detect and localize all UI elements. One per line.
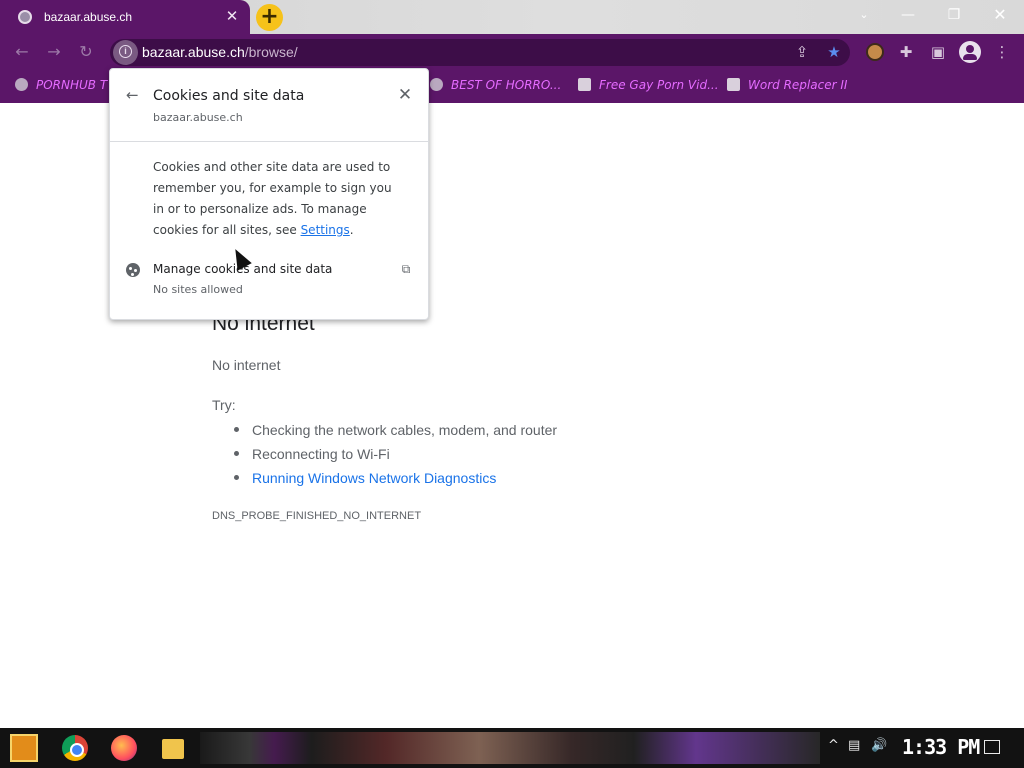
word-replacer-icon [727,78,740,91]
network-icon[interactable]: ▤ [848,738,860,753]
side-panel-icon[interactable]: ▣ [928,42,948,62]
url-text[interactable]: bazaar.abuse.ch/browse/ [142,44,298,60]
taskbar-clock[interactable]: 1:33 PM [902,735,980,759]
file-explorer-taskbar-icon[interactable] [162,739,184,759]
tab-title: bazaar.abuse.ch [44,10,133,24]
bookmark-label: Free Gay Porn Vid... [599,78,719,92]
url-path: /browse/ [244,44,298,60]
bookmark-item[interactable]: BEST OF HORRO... [430,78,561,94]
extensions-puzzle-icon[interactable]: ✚ [896,42,916,62]
popup-close-icon[interactable]: ✕ [396,86,414,104]
tray-chevron-icon[interactable]: ^ [828,738,839,753]
settings-link[interactable]: Settings [301,223,350,237]
info-icon: i [119,45,132,58]
bookmark-item[interactable]: Word Replacer II [727,78,847,94]
popup-title: Cookies and site data [153,88,305,104]
tab-active[interactable]: bazaar.abuse.ch ✕ [0,0,250,34]
suggestion-item: Checking the network cables, modem, and … [234,420,557,444]
cookies-popup: ← Cookies and site data bazaar.abuse.ch … [109,68,429,320]
bookmark-label: PORNHUB T [36,78,108,92]
restore-button[interactable]: ❐ [942,5,966,25]
chrome-taskbar-icon[interactable] [62,735,88,761]
globe-icon [430,78,443,91]
firefox-taskbar-icon[interactable] [111,735,137,761]
globe-icon [15,78,28,91]
suggestion-list: Checking the network cables, modem, and … [234,420,557,492]
forward-button[interactable]: → [42,40,66,64]
bookmark-favicon-icon [578,78,591,91]
popup-description: Cookies and other site data are used to … [153,157,403,241]
notification-icon[interactable] [984,740,1000,754]
back-arrow-icon[interactable]: ← [126,87,142,103]
sites-allowed-status: No sites allowed [153,283,243,296]
reload-button[interactable]: ↻ [74,40,98,64]
cookie-icon [126,263,140,277]
description-text: Cookies and other site data are used to … [153,160,392,237]
error-code: DNS_PROBE_FINISHED_NO_INTERNET [212,510,422,522]
back-button[interactable]: ← [10,40,34,64]
error-subtitle: No internet [212,357,281,373]
bookmark-label: Word Replacer II [748,78,848,92]
site-info-button[interactable]: i [113,40,138,65]
bookmark-item[interactable]: Free Gay Porn Vid... [578,78,719,94]
menu-dots-icon[interactable]: ⋮ [992,42,1012,62]
globe-icon [18,10,32,24]
popup-host: bazaar.abuse.ch [153,111,243,124]
taskbar-decoration [200,732,820,764]
bookmark-item[interactable]: PORNHUB T [15,78,107,94]
try-label: Try: [212,397,236,413]
tab-close-icon[interactable]: ✕ [224,8,240,24]
minimize-button[interactable]: — [896,5,920,25]
extension-avatar-icon[interactable] [866,43,884,61]
url-host: bazaar.abuse.ch [142,44,245,60]
network-diagnostics-link[interactable]: Running Windows Network Diagnostics [234,468,557,492]
profile-icon[interactable] [959,41,981,63]
tab-strip: bazaar.abuse.ch ✕ + ⌄ — ❐ ✕ [0,0,1024,34]
suggestion-item: Reconnecting to Wi-Fi [234,444,557,468]
bookmark-label: BEST OF HORRO... [451,78,562,92]
description-end: . [349,223,354,237]
external-link-icon[interactable]: ⧉ [399,262,413,276]
start-button[interactable] [10,734,38,762]
tab-search-chevron-icon[interactable]: ⌄ [852,5,876,25]
new-tab-button[interactable]: + [256,4,283,31]
bookmark-star-icon[interactable]: ★ [824,42,844,62]
close-window-button[interactable]: ✕ [988,5,1012,25]
divider [110,141,428,142]
share-icon[interactable]: ⇪ [792,42,812,62]
volume-icon[interactable]: 🔊 [871,738,887,753]
